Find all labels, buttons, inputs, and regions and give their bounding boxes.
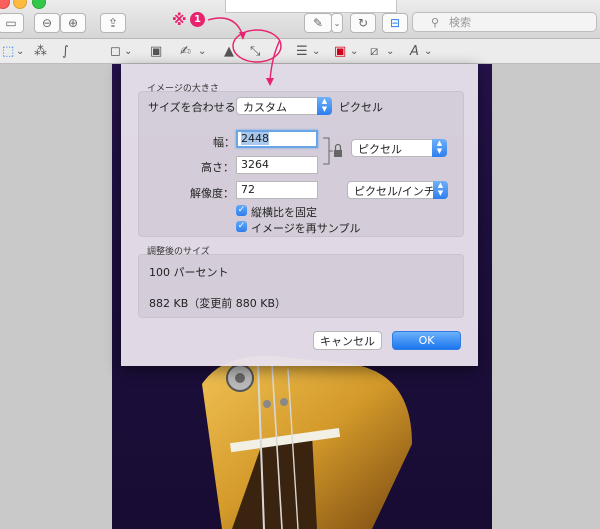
annotation-arrows — [207, 17, 282, 86]
preview-window: ▭ ⊖ ⊕ ⇪ ✎ ⌄ ↻ ⊟ ⚲ 検索 ※ 1 ⬚ ⌄ ⁂ ∫ ◻ ⌄ ▣ ✍… — [0, 0, 600, 529]
